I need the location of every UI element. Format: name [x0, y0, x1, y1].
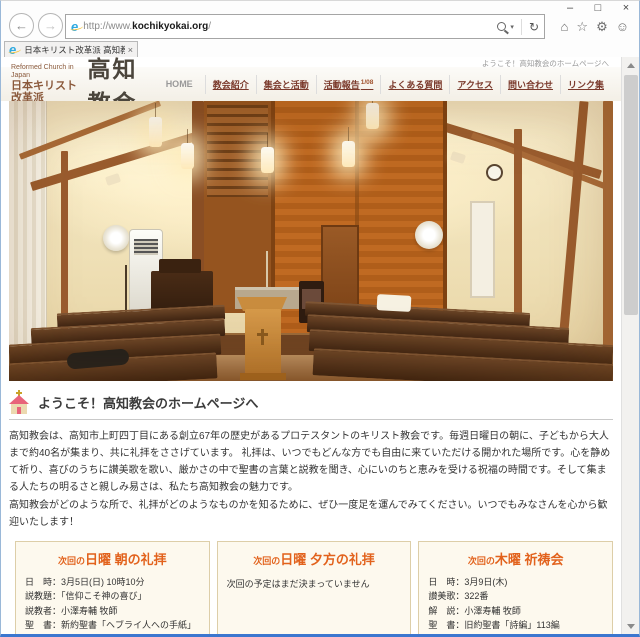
nav-home[interactable]: HOME [159, 76, 205, 92]
nav-badge: 1/08 [361, 79, 374, 86]
site-logo[interactable]: Reformed Church in Japan 日本キリスト改革派 [11, 64, 81, 104]
page-favicon: e [71, 20, 78, 33]
tab-title: 日本キリスト改革派 高知教会... [24, 44, 125, 56]
nav-meetings[interactable]: 集会と活動 [256, 75, 316, 94]
scrollbar-thumb[interactable] [624, 75, 638, 315]
church-photo [9, 101, 613, 381]
church-icon [9, 390, 29, 414]
box-title: 次回の木曜 祈祷会 [428, 549, 603, 569]
scroll-down-button[interactable] [622, 618, 640, 634]
pendant-lamp [366, 103, 379, 129]
side-wood-louvers [207, 105, 268, 197]
wall-fan [103, 225, 129, 251]
organ-music-rack [159, 259, 201, 273]
pendant-lamp [342, 141, 355, 167]
wall-post [61, 151, 68, 339]
wall-post [514, 129, 522, 337]
search-dropdown-icon[interactable]: ▾ [510, 23, 514, 31]
divider [521, 19, 522, 35]
schedule-row: 日 時：3月9日(木) [428, 575, 603, 589]
site-header: Reformed Church in Japan 日本キリスト改革派 高知教会 … [1, 67, 621, 101]
maximize-button[interactable]: □ [591, 2, 605, 14]
home-icon[interactable]: ⌂ [561, 20, 569, 33]
toolbar-icons: ⌂ ☆ ⚙ ☺ [561, 20, 629, 33]
wall-sconce [105, 173, 121, 186]
page-heading-text: ようこそ！高知教会のホームページへ [38, 393, 258, 412]
schedule-row: 日 時：3月5日(日) 10時10分 [25, 575, 200, 589]
intro-paragraph-2: 高知教会がどのような所で、礼拝がどのようなものかを知るために、ぜひ一度足を運んで… [9, 497, 613, 531]
schedule-boxes: 次回の日曜 朝の礼拝 日 時：3月5日(日) 10時10分 説教題：「信仰こそ神… [15, 541, 613, 634]
favorites-star-icon[interactable]: ☆ [576, 20, 588, 33]
wall-fan [415, 221, 443, 249]
curtain [9, 101, 47, 353]
search-icon[interactable] [497, 22, 506, 31]
ac-grille [134, 239, 158, 255]
box-sunday-morning: 次回の日曜 朝の礼拝 日 時：3月5日(日) 10時10分 説教題：「信仰こそ神… [15, 541, 210, 634]
url-text[interactable]: http://www.kochikyokai.org/ [83, 21, 497, 32]
schedule-row: 説教者：小澤寿輔 牧師 [25, 604, 200, 618]
nav-links[interactable]: リンク集 [560, 75, 611, 94]
schedule-row: 聖 書：新約聖書「ヘブライ人への手紙」11章1節から6節 [25, 618, 200, 634]
forward-button[interactable]: → [38, 13, 63, 38]
schedule-row: 讃美歌：322番 [428, 589, 603, 603]
close-button[interactable]: × [619, 2, 633, 14]
scroll-up-icon [627, 63, 635, 68]
box-title: 次回の日曜 朝の礼拝 [25, 549, 200, 569]
address-bar-tools: ▾ ↻ [497, 19, 539, 35]
intro-paragraph-1: 高知教会は、高知市上町四丁目にある創立67年の歴史があるプロテスタントのキリスト… [9, 428, 613, 496]
minimize-button[interactable]: – [563, 2, 577, 14]
pendant-lamp [181, 143, 194, 169]
tab-bar: e 日本キリスト改革派 高知教会... × [1, 41, 639, 57]
nav-faq[interactable]: よくある質問 [380, 75, 449, 94]
schedule-row: 解 説：小澤寿輔 牧師 [428, 604, 603, 618]
schedule-row: 聖 書：旧約聖書「詩編」113編 [428, 618, 603, 632]
wall-post [558, 101, 588, 343]
back-button[interactable]: ← [9, 13, 34, 38]
schedule-row: 説教題：「信仰こそ神の喜び」 [25, 589, 200, 603]
scrollbar[interactable] [621, 57, 639, 634]
box-thursday-prayer: 次回の木曜 祈祷会 日 時：3月9日(木) 讃美歌：322番 解 説：小澤寿輔 … [418, 541, 613, 634]
ceiling-beam [471, 132, 613, 191]
schedule-note: 次回の予定はまだ決まっていません [227, 577, 402, 590]
tab-favicon: e [9, 43, 16, 56]
settings-gear-icon[interactable]: ⚙ [596, 20, 608, 33]
address-bar[interactable]: e http://www.kochikyokai.org/ ▾ ↻ [65, 14, 545, 39]
viewport: ようこそ！高知教会のホームページへ Reformed Church in Jap… [1, 57, 639, 634]
nav-church-intro[interactable]: 教会紹介 [205, 75, 256, 94]
wall-clock [486, 164, 503, 181]
box-sunday-evening: 次回の日曜 夕方の礼拝 次回の予定はまだ決まっていません [217, 541, 412, 634]
browser-tab[interactable]: e 日本キリスト改革派 高知教会... × [4, 41, 138, 57]
page-heading: ようこそ！高知教会のホームページへ [9, 390, 613, 420]
pulpit-cross [261, 329, 264, 345]
pendant-lamp [261, 147, 274, 173]
main-nav: HOME 教会紹介 集会と活動 活動報告1/08 よくある質問 アクセス 問い合… [159, 75, 611, 94]
browser-window: – □ × ← → e http://www.kochikyokai.org/ … [0, 0, 640, 637]
wall-post [603, 101, 613, 347]
notice-board [470, 201, 495, 298]
tab-close-icon[interactable]: × [128, 45, 133, 55]
pulpit-base [240, 373, 286, 380]
pendant-lamp [149, 117, 162, 147]
browser-chrome: – □ × ← → e http://www.kochikyokai.org/ … [1, 1, 639, 57]
scroll-up-button[interactable] [622, 57, 640, 73]
box-title: 次回の日曜 夕方の礼拝 [227, 549, 402, 569]
nav-contact[interactable]: 問い合わせ [500, 75, 560, 94]
window-controls: – □ × [563, 2, 633, 14]
nav-activity-report[interactable]: 活動報告1/08 [316, 75, 381, 94]
feedback-smiley-icon[interactable]: ☺ [616, 20, 629, 33]
white-cloth [377, 294, 412, 312]
nav-access[interactable]: アクセス [449, 75, 500, 94]
table-cross [266, 251, 268, 287]
pulpit-cross-bar [257, 333, 268, 336]
refresh-icon[interactable]: ↻ [529, 20, 539, 34]
nav-buttons: ← → [9, 13, 63, 38]
logo-english: Reformed Church in Japan [11, 64, 81, 79]
webpage: ようこそ！高知教会のホームページへ Reformed Church in Jap… [1, 57, 621, 634]
scroll-down-icon [627, 624, 635, 629]
wall-sconce [450, 151, 466, 164]
